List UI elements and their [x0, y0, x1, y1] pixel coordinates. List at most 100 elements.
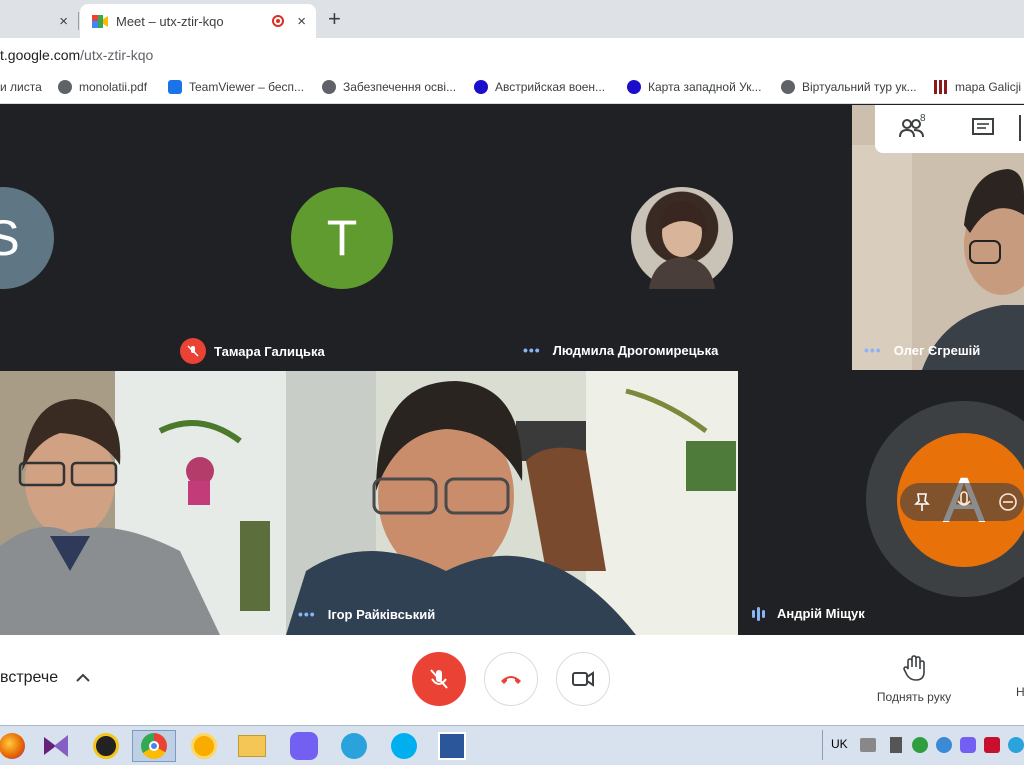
mute-participant-icon[interactable]: [956, 491, 972, 513]
meeting-details-label: встрече: [0, 669, 59, 686]
chrome-app[interactable]: [132, 730, 176, 762]
participant-name-tag: ••• Ігор Райківський: [298, 606, 435, 622]
bookmark-label: и листа: [0, 80, 42, 94]
tab-separator: [78, 12, 79, 30]
shield-check-icon[interactable]: [912, 737, 928, 753]
tab-meet[interactable]: Meet – utx-ztir-kqo ×: [80, 4, 316, 38]
participant-name-tag: Андрій Міщук: [752, 606, 865, 621]
mic-off-icon: [430, 669, 448, 689]
bookmark-label: Карта западной Ук...: [648, 80, 762, 94]
globe-icon: [58, 80, 72, 94]
participant-avatar: S: [0, 187, 54, 289]
more-options-label[interactable]: Н: [1016, 685, 1024, 699]
viber-app[interactable]: [282, 730, 326, 762]
telegram-tray-icon[interactable]: [1008, 737, 1024, 753]
bookmark-label: Забезпечення осві...: [343, 80, 457, 94]
participant-name-tag: Тамара Галицька: [180, 338, 325, 364]
skype-icon: [391, 733, 417, 759]
bookmark-item[interactable]: TeamViewer – бесп...: [168, 80, 304, 94]
tab-inactive[interactable]: ×: [0, 4, 78, 38]
avatar-initial: T: [326, 210, 358, 266]
video-feed: [286, 371, 738, 635]
audio-indicator-icon: •••: [298, 606, 316, 622]
meeting-details-button[interactable]: встрече: [0, 669, 90, 687]
remove-participant-icon[interactable]: [998, 492, 1018, 512]
skype-app[interactable]: [382, 730, 426, 762]
bookmark-item[interactable]: mapa Galicji: [934, 80, 1021, 94]
chrome-icon: [141, 733, 167, 759]
bookmark-item[interactable]: и листа: [0, 80, 42, 94]
visual-studio-icon: [44, 735, 68, 757]
hang-up-icon: [501, 676, 521, 684]
participant-video: [0, 371, 286, 635]
app-triangle[interactable]: [84, 730, 128, 762]
participant-name: Олег Єгрешій: [893, 342, 981, 358]
participant-name-tag: ••• Олег Єгрешій: [864, 342, 980, 358]
word-icon: [438, 732, 466, 760]
bookmark-label: TeamViewer – бесп...: [189, 80, 305, 94]
audio-indicator-icon: •••: [864, 342, 882, 358]
globe-icon: [781, 80, 795, 94]
more-edge: [1019, 115, 1021, 141]
os-taskbar: UK: [0, 725, 1024, 765]
firefox-app[interactable]: [0, 730, 34, 762]
tab-title: Meet – utx-ztir-kqo: [116, 13, 224, 29]
clipboard-icon[interactable]: [890, 737, 902, 753]
bookmark-item[interactable]: Австрийская воен...: [474, 80, 605, 94]
raise-hand-label: Поднять руку: [876, 690, 952, 704]
viber-tray-icon[interactable]: [960, 737, 976, 753]
keyboard-icon[interactable]: [860, 738, 876, 752]
telegram-app[interactable]: [332, 730, 376, 762]
close-tab-icon[interactable]: ×: [297, 13, 306, 30]
video-feed: [0, 371, 286, 635]
grid-icon: [934, 80, 948, 94]
browser-tab-bar: × Meet – utx-ztir-kqo × +: [0, 0, 1024, 38]
bookmark-item[interactable]: Віртуальний тур ук...: [781, 80, 917, 94]
explorer-app[interactable]: [230, 730, 274, 762]
dot-icon: [474, 80, 488, 94]
tray-separator: [822, 730, 823, 760]
recording-icon: [272, 15, 284, 27]
end-call-button[interactable]: [484, 652, 538, 706]
raise-hand-button[interactable]: Поднять руку: [866, 655, 962, 704]
vs-app[interactable]: [34, 730, 78, 762]
teamviewer-icon: [168, 80, 182, 94]
new-tab-button[interactable]: +: [328, 6, 341, 32]
mic-toggle-button[interactable]: [412, 652, 466, 706]
mic-off-icon: [180, 338, 206, 364]
word-app[interactable]: [430, 730, 474, 762]
camera-icon: [572, 671, 594, 687]
pin-icon[interactable]: [914, 492, 930, 512]
folder-icon: [238, 735, 266, 757]
bookmark-item[interactable]: Карта западной Ук...: [627, 80, 761, 94]
bookmark-label: Віртуальний тур ук...: [802, 80, 917, 94]
meet-stage: S T Тамара Галицька ••• Людмила Дрогомир…: [0, 105, 1024, 635]
language-indicator[interactable]: UK: [831, 737, 848, 751]
bookmark-label: mapa Galicji: [955, 80, 1022, 94]
network-icon[interactable]: [936, 737, 952, 753]
people-button[interactable]: 8: [899, 113, 929, 144]
portrait-image: [649, 201, 715, 289]
participant-name: Ігор Райківський: [327, 606, 436, 622]
audio-indicator-icon: •••: [523, 342, 541, 358]
close-tab-icon[interactable]: ×: [59, 13, 68, 30]
canary-icon: [191, 733, 217, 759]
bookmark-label: monolatii.pdf: [79, 80, 148, 94]
telegram-icon: [341, 733, 367, 759]
address-bar[interactable]: t.google.com/utx-ztir-kqo: [0, 38, 1024, 72]
url-text[interactable]: t.google.com/utx-ztir-kqo: [0, 47, 153, 63]
bookmark-label: Австрийская воен...: [495, 80, 606, 94]
chrome-canary-app[interactable]: [182, 730, 226, 762]
globe-icon: [322, 80, 336, 94]
bookmark-item[interactable]: Забезпечення осві...: [322, 80, 456, 94]
antivirus-icon[interactable]: [984, 737, 1000, 753]
chat-button[interactable]: [972, 118, 994, 143]
dot-icon: [627, 80, 641, 94]
tile-hover-actions: [900, 483, 1024, 521]
participant-name-tag: ••• Людмила Дрогомирецька: [523, 342, 718, 358]
camera-toggle-button[interactable]: [556, 652, 610, 706]
hand-icon: [903, 655, 925, 681]
bookmarks-bar: и листа monolatii.pdf TeamViewer – бесп.…: [0, 72, 1024, 104]
participant-name: Тамара Галицька: [214, 343, 325, 359]
bookmark-item[interactable]: monolatii.pdf: [58, 80, 147, 94]
